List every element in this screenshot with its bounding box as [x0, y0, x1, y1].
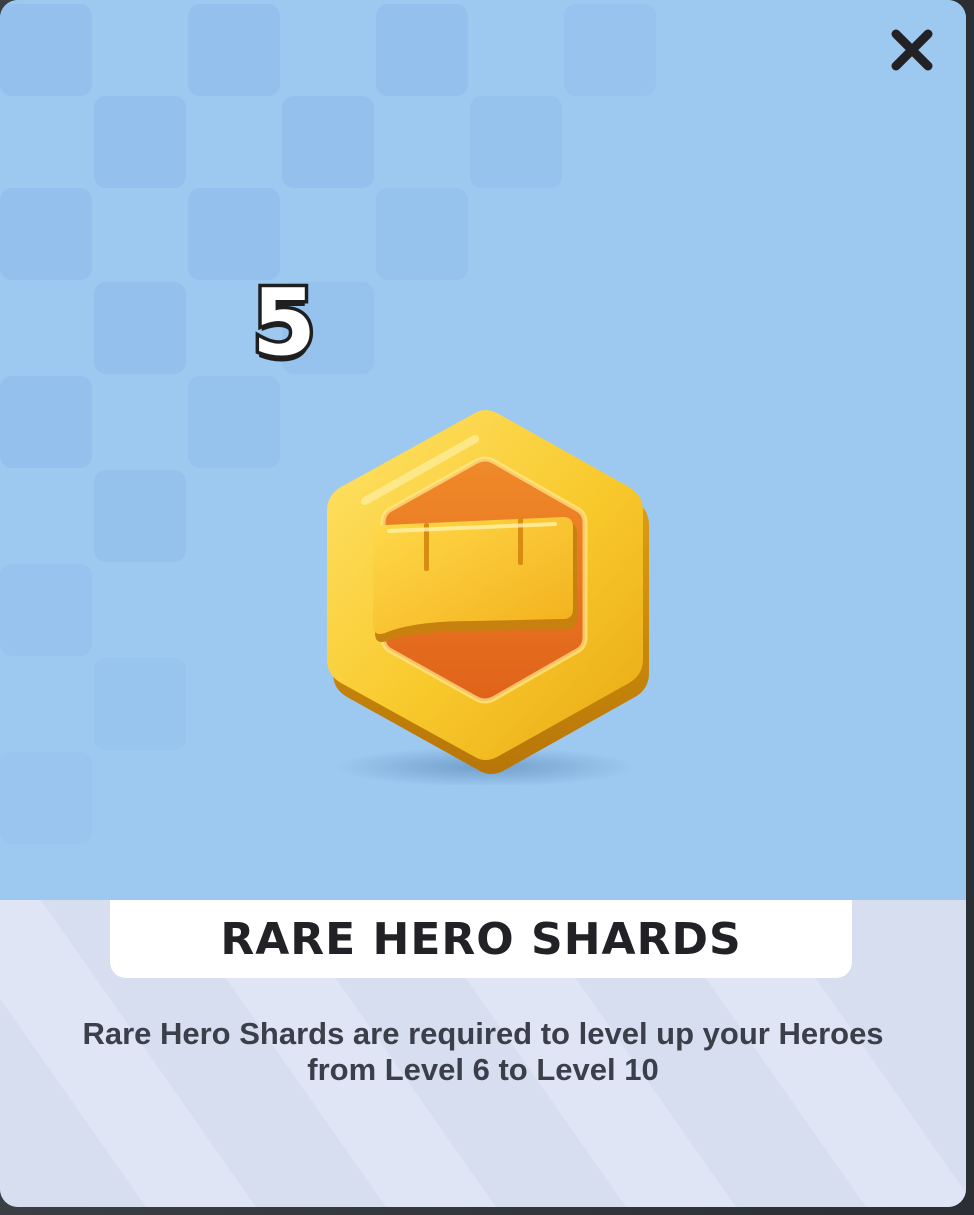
rare-hero-shard-icon	[305, 405, 660, 787]
bg-tile	[564, 4, 656, 96]
reward-quantity: 5	[249, 266, 320, 380]
item-description-line: Rare Hero Shards are required to level u…	[82, 1016, 884, 1051]
bg-tile	[188, 188, 280, 280]
item-title-plate: RARE HERO SHARDS	[110, 900, 852, 978]
bg-tile	[94, 470, 186, 562]
bg-tile	[188, 4, 280, 96]
reward-detail-popup: 5 RARE HERO SHARDS Rare Hero Shards are …	[0, 0, 966, 1207]
bg-tile	[0, 4, 92, 96]
bg-tile	[376, 188, 468, 280]
close-button[interactable]	[884, 22, 940, 78]
bg-tile	[188, 376, 280, 468]
bg-tile	[0, 376, 92, 468]
item-info-panel: RARE HERO SHARDS Rare Hero Shards are re…	[0, 900, 966, 1207]
bg-tile	[470, 96, 562, 188]
close-icon	[891, 29, 933, 71]
bg-tile	[0, 564, 92, 656]
bg-tile	[376, 4, 468, 96]
item-showcase: 5	[0, 0, 966, 900]
bg-tile	[94, 282, 186, 374]
bg-tile	[282, 96, 374, 188]
item-description: Rare Hero Shards are required to level u…	[30, 1016, 936, 1088]
bg-tile	[0, 188, 92, 280]
bg-tile	[0, 752, 92, 844]
bg-tile	[94, 96, 186, 188]
item-title: RARE HERO SHARDS	[220, 913, 742, 965]
bg-tile	[94, 658, 186, 750]
item-description-line: from Level 6 to Level 10	[307, 1052, 659, 1087]
